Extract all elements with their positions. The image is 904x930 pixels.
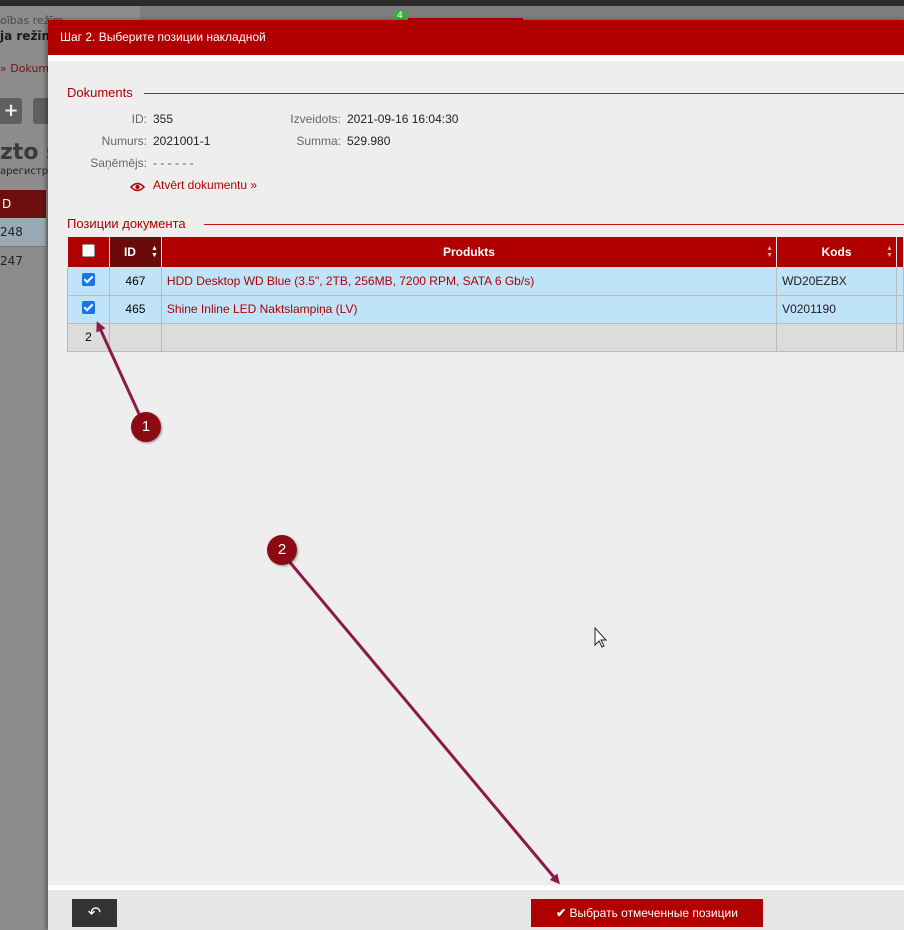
row-checkbox[interactable] (81, 272, 95, 286)
back-arrow-icon: ↶ (87, 903, 102, 922)
id-label: ID: (131, 112, 147, 126)
row-extra (896, 295, 904, 324)
dialog-footer: ↶ ✔ Выбрать отмеченные позиции (48, 885, 904, 930)
row-product-link[interactable]: HDD Desktop WD Blue (3.5", 2TB, 256MB, 7… (161, 267, 778, 296)
background-breadcrumb: » Dokum (0, 62, 50, 75)
row-code: V0201190 (776, 295, 897, 324)
created-value: 2021-09-16 16:04:30 (347, 112, 459, 126)
column-header-code[interactable]: Kods ▲ ▼ (776, 237, 897, 267)
number-value: 2021001-1 (153, 134, 211, 148)
select-all-checkbox[interactable] (81, 244, 95, 257)
row-product-link[interactable]: Shine Inline LED Naktslampiņa (LV) (161, 295, 778, 324)
footer-cell (896, 323, 904, 352)
row-id: 465 (109, 295, 162, 324)
row-code: WD20EZBX (776, 267, 897, 296)
column-header-product[interactable]: Produkts ▲ ▼ (161, 237, 778, 267)
column-header-code-label: Kods (821, 245, 852, 259)
id-value: 355 (153, 112, 174, 126)
submit-label: Выбрать отмеченные позиции (569, 906, 738, 920)
table-row[interactable]: 467 HDD Desktop WD Blue (3.5", 2TB, 256M… (67, 267, 904, 296)
open-document-link[interactable]: Atvērt dokumentu » (153, 178, 257, 192)
sort-icon: ▲ ▼ (766, 245, 774, 259)
table-footer-row: 2 (67, 323, 904, 352)
positions-legend: Позиции документа (67, 216, 186, 231)
dialog-title: Шаг 2. Выберите позиции накладной (60, 30, 266, 44)
annotation-marker-2: 2 (267, 535, 297, 565)
background-second-button (33, 98, 49, 124)
column-header-id[interactable]: ID ▲ ▼ (109, 237, 162, 267)
sort-asc-icon: ▲ ▼ (150, 245, 158, 259)
row-extra (896, 267, 904, 296)
footer-cell (776, 323, 897, 352)
column-header-product-label: Produkts (442, 245, 495, 259)
row-checkbox[interactable] (81, 301, 95, 314)
sum-value: 529.980 (347, 134, 391, 148)
receiver-value: - - - - - - (153, 156, 194, 170)
eye-icon (129, 178, 146, 192)
positions-legend-line (204, 224, 904, 225)
dialog-header-divider (48, 55, 904, 61)
receiver-label: Saņēmējs: (90, 156, 147, 170)
background-subtitle: арегистри (0, 166, 55, 177)
row-checkbox-cell[interactable] (67, 295, 110, 324)
column-header-extra (896, 237, 904, 267)
background-table-row: 248 (0, 218, 46, 246)
row-id: 467 (109, 267, 162, 296)
select-positions-dialog: Шаг 2. Выберите позиции накладной Dokume… (48, 20, 904, 930)
row-count: 2 (67, 323, 110, 352)
footer-cell (161, 323, 778, 352)
dialog-header: Шаг 2. Выберите позиции накладной (48, 20, 904, 55)
created-label: Izveidots: (290, 112, 341, 126)
table-row[interactable]: 465 Shine Inline LED Naktslampiņa (LV) V… (67, 295, 904, 324)
background-add-button: + (0, 98, 22, 124)
checkmark-icon: ✔ (556, 906, 567, 920)
background-table-header: D (0, 190, 46, 218)
footer-cell (109, 323, 162, 352)
background-table-row: 247 (0, 246, 46, 274)
number-label: Numurs: (101, 134, 147, 148)
annotation-marker-1: 1 (131, 412, 161, 442)
sort-icon: ▲ ▼ (886, 245, 893, 259)
select-all-header[interactable] (67, 237, 110, 267)
back-button[interactable]: ↶ (72, 899, 117, 927)
select-checked-positions-button[interactable]: ✔ Выбрать отмеченные позиции (531, 899, 763, 927)
column-header-id-label: ID (123, 245, 136, 259)
document-legend-line (144, 93, 904, 94)
sum-label: Summa: (296, 134, 341, 148)
background-mode-title: ja režīm (0, 29, 55, 43)
row-checkbox-cell[interactable] (67, 267, 110, 296)
document-legend: Dokuments (67, 85, 133, 100)
positions-table: ID ▲ ▼ Produkts ▲ ▼ Kods ▲ ▼ 467 HDD Deskto… (67, 237, 904, 352)
